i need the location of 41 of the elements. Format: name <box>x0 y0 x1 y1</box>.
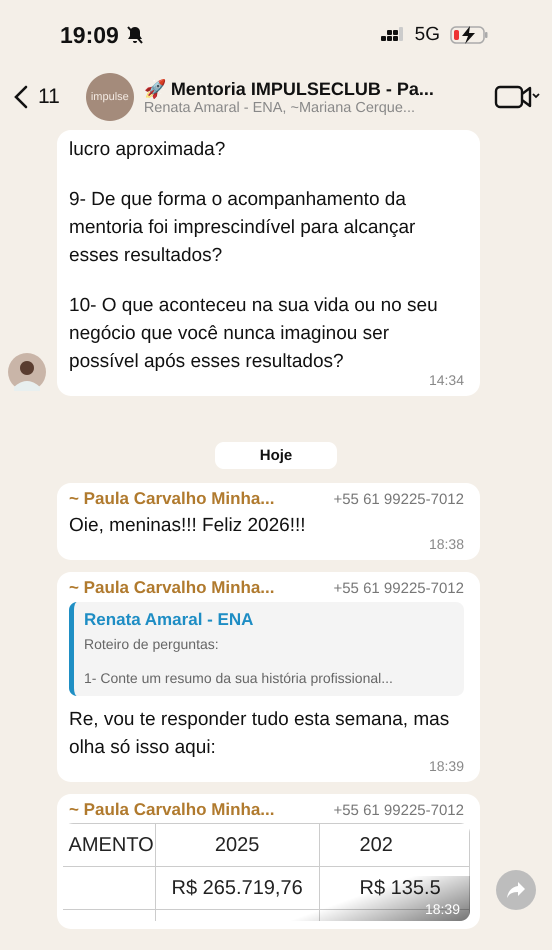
chevron-left-icon <box>14 85 28 109</box>
bell-off-icon <box>124 25 145 45</box>
status-time: 19:09 <box>60 22 119 48</box>
avatar-logo-text: impulse <box>90 91 129 103</box>
back-button[interactable]: 11 <box>14 85 60 109</box>
sender-name[interactable]: ~ Paula Carvalho Minha... <box>69 489 274 509</box>
network-label: 5G <box>414 24 440 46</box>
date-chip: Hoje <box>214 442 338 469</box>
message-time: 18:38 <box>428 536 464 552</box>
video-camera-icon <box>494 84 540 110</box>
sender-phone: +55 61 99225-7012 <box>333 802 464 819</box>
sender-name[interactable]: ~ Paula Carvalho Minha... <box>69 578 274 598</box>
spreadsheet-cell: R$ 135.5 <box>360 876 441 898</box>
spreadsheet-image[interactable]: AMENTO 2025 202 R$ 265.719,76 R$ 135.5 18:39 <box>63 823 470 921</box>
chat-title[interactable]: 🚀 Mentoria IMPULSECLUB - Pa... <box>144 78 484 100</box>
spreadsheet-cell: R$ 265.719,76 <box>172 876 303 898</box>
group-avatar[interactable]: impulse <box>86 73 134 121</box>
video-call-button[interactable] <box>494 84 540 110</box>
sender-name[interactable]: ~ Paula Carvalho Minha... <box>69 800 274 820</box>
sender-avatar[interactable] <box>8 353 46 391</box>
quote-text: 1- Conte um resumo da sua história profissional... <box>84 670 394 686</box>
quote-author: Renata Amaral - ENA <box>84 610 254 630</box>
sender-phone: +55 61 99225-7012 <box>333 580 464 597</box>
message-time: 18:39 <box>428 758 464 774</box>
spreadsheet-cell: AMENTO <box>68 834 154 856</box>
battery-charging-icon <box>450 25 490 45</box>
chat-members: Renata Amaral - ENA, ~Mariana Cerque... <box>144 100 416 116</box>
message-text: Re, vou te responder tudo esta semana, mas olha só isso aqui: <box>69 708 450 760</box>
forward-arrow-icon <box>506 881 526 899</box>
message-text: lucro aproximada? <box>69 138 226 162</box>
message-time: 18:39 <box>424 901 460 917</box>
message-text: Oie, meninas!!! Feliz 2026!!! <box>69 514 307 538</box>
message-text: 9- De que forma o acompanhamento da mentoria foi imprescindível para alcançar esses resultados? <box>69 188 416 268</box>
sender-phone: +55 61 99225-7012 <box>333 491 464 508</box>
quoted-message[interactable]: Renata Amaral - ENA Roteiro de perguntas: 1- Conte um resumo da sua história profissional... <box>69 602 464 696</box>
spreadsheet-cell: 202 <box>360 834 393 856</box>
quote-text: Roteiro de perguntas: <box>84 636 220 652</box>
message-time: 14:34 <box>428 372 464 388</box>
message-text: 10- O que aconteceu na sua vida ou no seu negócio que você nunca imaginou ser possível após esses resultados? <box>69 294 439 374</box>
signal-icon <box>380 27 405 43</box>
spreadsheet-cell: 2025 <box>214 834 260 856</box>
